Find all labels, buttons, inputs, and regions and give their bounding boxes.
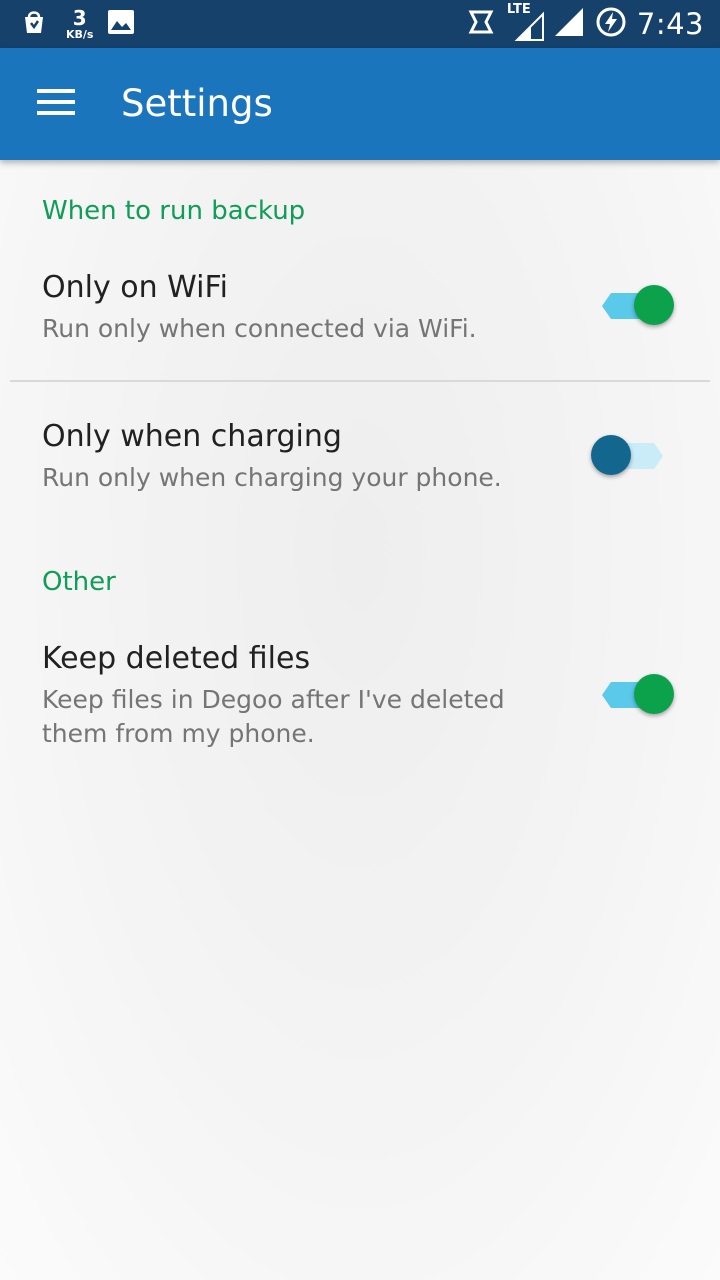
store-icon <box>20 8 48 40</box>
divider <box>10 380 710 382</box>
pref-title: Only on WiFi <box>42 270 228 305</box>
keep-deleted-switch[interactable] <box>596 670 676 720</box>
pref-summary: Keep files in Degoo after I've deleted t… <box>42 685 505 748</box>
clock: 7:43 <box>636 7 704 41</box>
speed-unit: KB/s <box>66 28 94 41</box>
settings-list: When to run backup Only on WiFi Run only… <box>0 160 720 1280</box>
app-bar: Settings <box>0 48 720 160</box>
network-speed: 3 KB/s <box>66 8 93 40</box>
hamburger-menu-icon <box>37 88 75 120</box>
pref-title: Keep deleted files <box>42 641 311 676</box>
wifi-only-switch[interactable] <box>596 281 676 331</box>
charging-only-switch[interactable] <box>591 431 675 481</box>
status-bar-left: 3 KB/s <box>20 0 135 48</box>
menu-button[interactable] <box>26 76 86 132</box>
page-title: Settings <box>121 82 273 125</box>
image-icon <box>107 9 135 39</box>
section-header-other: Other <box>42 567 116 597</box>
battery-charging-icon <box>595 6 627 42</box>
signal-icon <box>553 6 585 42</box>
lte-signal-icon: LTE <box>507 2 545 42</box>
status-bar-right: LTE 7:43 <box>467 0 704 48</box>
rotate-icon <box>467 8 495 40</box>
speed-value: 3 <box>72 6 87 30</box>
pref-title: Only when charging <box>42 419 342 454</box>
switch-thumb <box>591 435 631 475</box>
pref-summary: Run only when connected via WiFi. <box>42 314 477 343</box>
switch-thumb <box>634 285 674 325</box>
pref-summary: Run only when charging your phone. <box>42 463 502 492</box>
switch-thumb <box>634 674 674 714</box>
status-bar: 3 KB/s LTE 7:43 <box>0 0 720 48</box>
section-header-backup: When to run backup <box>42 196 306 226</box>
